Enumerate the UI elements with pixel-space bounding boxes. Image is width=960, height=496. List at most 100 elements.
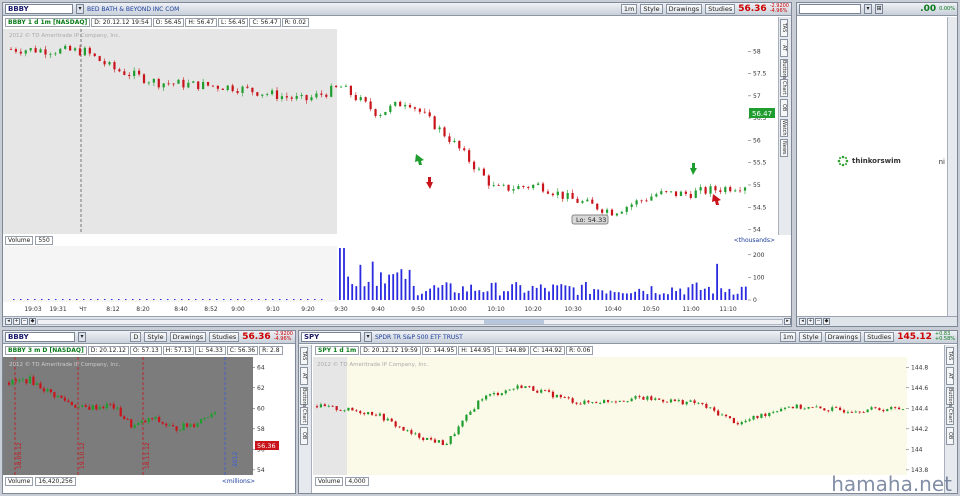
side-tab-tas[interactable]: TAS	[946, 347, 954, 365]
daily-symbol-dropdown-icon[interactable]: ▾	[78, 332, 86, 342]
studies-button[interactable]: Studies	[705, 4, 736, 14]
daily-style-button[interactable]: Style	[144, 332, 167, 342]
daily-price-plot[interactable]: 18.09.1219.10.1218.11.122012 64626058565…	[3, 357, 283, 475]
side-tab-at[interactable]: AT	[946, 367, 954, 385]
time-tick-label: 11:00	[682, 306, 699, 313]
spy-period-button[interactable]: 1m	[779, 332, 797, 342]
candle-body	[408, 104, 412, 108]
daily-period-button[interactable]: D	[130, 332, 142, 342]
drawings-button[interactable]: Drawings	[665, 4, 703, 14]
candle-body	[645, 200, 648, 202]
spy-symbol-dropdown-icon[interactable]: ▾	[364, 332, 372, 342]
candle-body	[732, 418, 735, 424]
candle-body	[394, 101, 397, 106]
side-tab-tas[interactable]: TAS	[300, 347, 308, 365]
axis-tick-label: 144	[911, 446, 923, 453]
right-scroll-left-icon[interactable]: ◂	[799, 318, 806, 325]
candle-body	[182, 79, 185, 88]
scroll-left-icon[interactable]: ◂	[5, 318, 12, 325]
volume-bar	[609, 290, 612, 300]
spy-info-date: D: 20.12.12 19:59	[360, 346, 421, 355]
pct-change: -4.96%	[769, 8, 788, 14]
style-button[interactable]: Style	[640, 4, 663, 14]
volume-bar	[593, 289, 595, 300]
right-symbol-input[interactable]	[799, 4, 861, 14]
zoom-out-icon[interactable]: −	[21, 318, 28, 325]
candle-body	[9, 49, 13, 50]
daily-symbol-input[interactable]: BBBY	[5, 332, 75, 342]
symbol-input[interactable]: BBBY	[5, 4, 73, 14]
spy-info-open: O: 144.95	[421, 346, 458, 355]
candle-body	[399, 101, 402, 107]
info-high: H: 56.47	[185, 18, 218, 27]
side-tab-news[interactable]: News	[780, 139, 788, 157]
candle-body	[177, 79, 180, 84]
zoom-in-icon[interactable]: +	[13, 318, 20, 325]
right-zoom-out-icon[interactable]: −	[815, 318, 822, 325]
spy-style-button[interactable]: Style	[799, 332, 822, 342]
candle-body	[779, 408, 783, 412]
candle-body	[575, 402, 578, 404]
side-tab-chart[interactable]: Chart	[946, 407, 954, 425]
candle-body	[206, 417, 210, 419]
volume-bar	[272, 299, 274, 300]
candle-body	[142, 74, 146, 83]
volume-bar	[83, 299, 85, 300]
spy-studies-button[interactable]: Studies	[864, 332, 895, 342]
period-button[interactable]: 1m	[620, 4, 638, 14]
volume-bar	[728, 288, 731, 300]
candle-body	[689, 193, 692, 198]
right-bottom-bar[interactable]: ◂ + − ◆	[797, 316, 957, 326]
main-scroll-bar[interactable]: ◂ + − ◆ ▸	[3, 316, 791, 326]
side-tab-buttons[interactable]: Buttons	[780, 59, 788, 79]
candle-body	[502, 184, 505, 186]
side-tab-at[interactable]: AT	[300, 367, 308, 385]
axis-tick-label: 144.2	[911, 426, 928, 433]
candle-body	[335, 85, 338, 88]
side-tab-ob[interactable]: OB	[300, 427, 308, 445]
side-tab-chart[interactable]: Chart	[300, 407, 308, 425]
volume-bar	[650, 286, 653, 300]
right-symbol-dropdown-icon[interactable]: ▾	[864, 4, 872, 14]
spy-toolbar: SPY ▾ SPDR TR S&P 500 ETF TRUST 1m Style…	[299, 331, 957, 344]
side-tab-buttons[interactable]: Buttons	[946, 387, 954, 407]
right-zoom-in-icon[interactable]: +	[807, 318, 814, 325]
volume-bar	[202, 299, 204, 300]
candle-body	[791, 406, 794, 409]
symbol-dropdown-icon[interactable]: ▾	[76, 4, 84, 14]
side-tab-tas[interactable]: TAS	[780, 19, 788, 37]
scroll-right-icon[interactable]: ▸	[784, 318, 791, 325]
axis-tick-label: 57	[753, 93, 761, 100]
spy-symbol-input[interactable]: SPY	[301, 332, 361, 342]
right-fit-icon[interactable]: ◆	[823, 318, 830, 325]
side-tab-watch[interactable]: Watch	[780, 119, 788, 137]
candle-body	[605, 209, 609, 213]
daily-studies-button[interactable]: Studies	[209, 332, 240, 342]
right-scroll[interactable]	[947, 17, 957, 326]
fit-icon[interactable]: ◆	[29, 318, 36, 325]
scroll-track[interactable]	[37, 318, 783, 325]
info-name: BBBY 1 d 1m [NASDAQ]	[5, 18, 91, 27]
side-tab-ob[interactable]: OB	[946, 427, 954, 445]
daily-drawings-button[interactable]: Drawings	[169, 332, 207, 342]
spy-price-plot[interactable]: 144.8144.6144.4144.2144143.8 2012 © TD A…	[313, 357, 943, 475]
scroll-thumb[interactable]	[484, 319, 544, 324]
candle-body	[870, 407, 873, 410]
volume-bar	[539, 284, 542, 300]
right-link-icon[interactable]: ⊞	[875, 4, 883, 14]
side-tab-ob[interactable]: OB	[780, 99, 788, 117]
volume-bar	[498, 295, 501, 300]
volume-bar	[209, 299, 211, 300]
candle-body	[625, 206, 628, 212]
candle-body	[251, 87, 254, 93]
volume-bar	[535, 287, 538, 300]
axis-tick-label: 62	[257, 385, 265, 392]
candle-body	[319, 404, 323, 408]
candle-body	[630, 398, 633, 402]
main-price-plot[interactable]: 5857.55756.55655.55554.554 2012 © TD Ame…	[3, 29, 777, 234]
side-tab-at[interactable]: AT	[780, 39, 788, 57]
axis-tick-label: 57.5	[753, 71, 767, 78]
side-tab-buttons[interactable]: Buttons	[300, 387, 308, 407]
side-tab-chart[interactable]: Chart	[780, 79, 788, 97]
spy-drawings-button[interactable]: Drawings	[824, 332, 862, 342]
